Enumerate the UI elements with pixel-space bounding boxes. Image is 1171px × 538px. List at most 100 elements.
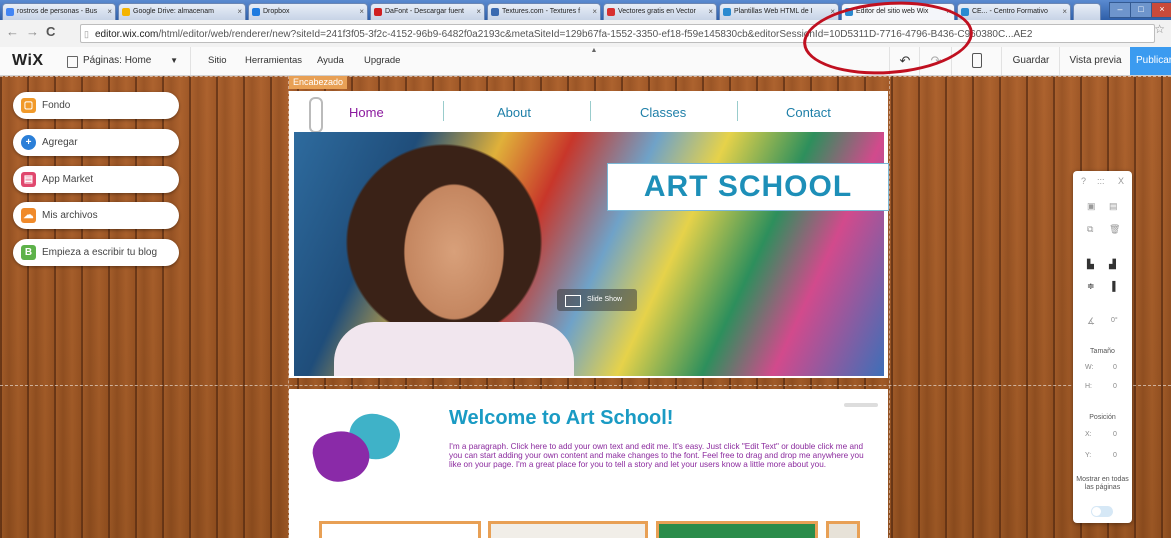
forward-arrow-icon[interactable]: → xyxy=(26,24,39,39)
panel-app-market-button[interactable]: ▤ App Market xyxy=(13,166,179,193)
header-section-tag[interactable]: Encabezado xyxy=(289,76,348,89)
site-nav-home[interactable]: Home xyxy=(349,105,384,120)
publish-button[interactable]: Publicar xyxy=(1130,47,1171,75)
browser-tab[interactable]: Plantillas Web HTML de I × xyxy=(719,3,839,20)
background-icon: ▢ xyxy=(21,98,36,113)
browser-tab[interactable]: Textures.com - Textures f × xyxy=(487,3,601,20)
header-top-guide xyxy=(0,76,1171,77)
y-label: Y: xyxy=(1085,452,1092,459)
textures-favicon-icon xyxy=(491,8,499,16)
add-icon: + xyxy=(21,135,36,150)
browser-tab[interactable]: DaFont - Descargar fuent × xyxy=(370,3,485,20)
app-market-icon: ▤ xyxy=(21,172,36,187)
page-icon: ▯ xyxy=(84,29,89,39)
site-nav-classes[interactable]: Classes xyxy=(640,105,686,120)
art-school-title[interactable]: ART SCHOOL xyxy=(607,163,889,211)
browser-tab[interactable]: rostros de personas - Bus × xyxy=(2,3,116,20)
pages-dropdown[interactable]: Páginas: Home ▼ xyxy=(63,47,191,75)
close-tab-icon[interactable]: × xyxy=(237,4,242,20)
nav-divider xyxy=(590,101,591,121)
dafont-favicon-icon xyxy=(374,8,382,16)
close-tab-icon[interactable]: × xyxy=(592,4,597,20)
browser-tab[interactable]: Dropbox × xyxy=(248,3,368,20)
preview-button[interactable]: Vista previa xyxy=(1059,47,1131,75)
width-label: W: xyxy=(1085,364,1094,371)
height-label: H: xyxy=(1085,383,1092,390)
size-label: Tamaño xyxy=(1090,348,1115,355)
browser-tab[interactable]: Google Drive: almacenam × xyxy=(118,3,246,20)
browser-tab-bar: rostros de personas - Bus × Google Drive:… xyxy=(0,0,1171,20)
close-window-icon[interactable]: × xyxy=(1151,2,1171,18)
close-tab-icon[interactable]: × xyxy=(1062,4,1067,20)
wix-logo: WiX xyxy=(12,52,44,69)
new-tab-button[interactable] xyxy=(1073,3,1101,20)
save-button[interactable]: Guardar xyxy=(1001,47,1060,75)
blog-icon: B xyxy=(21,245,36,260)
minimize-icon[interactable]: – xyxy=(1109,2,1131,18)
close-icon[interactable]: X xyxy=(1118,176,1124,186)
panel-blog-button[interactable]: B Empieza a escribir tu blog xyxy=(13,239,179,266)
menu-sitio[interactable]: Sitio xyxy=(208,47,226,75)
collapse-arrow-icon[interactable]: ▲ xyxy=(583,47,605,54)
align-icon[interactable]: ▟ xyxy=(1109,259,1116,270)
bring-forward-icon[interactable]: ▙ xyxy=(1087,259,1094,270)
menu-upgrade[interactable]: Upgrade xyxy=(364,47,400,75)
scroll-handle[interactable] xyxy=(844,403,878,407)
y-value[interactable]: 0 xyxy=(1113,452,1117,459)
paste-icon[interactable]: ▤ xyxy=(1109,201,1118,212)
height-value[interactable]: 0 xyxy=(1113,383,1117,390)
x-value[interactable]: 0 xyxy=(1113,431,1117,438)
panel-my-files-button[interactable]: ☁ Mis archivos xyxy=(13,202,179,229)
delete-icon[interactable]: 🗑 xyxy=(1109,224,1120,235)
header-bottom-guide xyxy=(0,385,1171,386)
help-icon[interactable]: ? xyxy=(1081,176,1086,186)
show-all-pages-toggle[interactable] xyxy=(1091,506,1113,517)
google-favicon-icon xyxy=(6,8,14,16)
browser-tab[interactable]: CE... - Centro Formativo × xyxy=(957,3,1071,20)
vector-favicon-icon xyxy=(607,8,615,16)
menu-ayuda[interactable]: Ayuda xyxy=(317,47,344,75)
back-arrow-icon[interactable]: ← xyxy=(6,24,19,39)
paperclip-image xyxy=(309,97,323,133)
browser-tab[interactable]: Vectores gratis en Vector × xyxy=(603,3,717,20)
position-label: Posición xyxy=(1089,414,1116,421)
site-nav-contact[interactable]: Contact xyxy=(786,105,831,120)
width-value[interactable]: 0 xyxy=(1113,364,1117,371)
close-tab-icon[interactable]: × xyxy=(107,4,112,20)
site-nav-about[interactable]: About xyxy=(497,105,531,120)
welcome-heading[interactable]: Welcome to Art School! xyxy=(449,407,673,430)
copy-icon[interactable]: ▣ xyxy=(1087,201,1096,212)
wix-favicon-icon xyxy=(961,8,969,16)
site-content-section[interactable]: Welcome to Art School! I'm a paragraph. … xyxy=(289,389,888,538)
pages-icon xyxy=(67,56,78,68)
distribute-icon[interactable]: ≑ xyxy=(1087,281,1095,292)
url-field[interactable]: ▯ editor.wix.com/html/editor/web/rendere… xyxy=(80,24,1155,43)
reload-icon[interactable]: C xyxy=(46,24,55,39)
slideshow-badge[interactable]: Slide Show xyxy=(557,289,637,311)
pages-label: Páginas: Home xyxy=(83,55,152,66)
bookmark-star-icon[interactable]: ☆ xyxy=(1154,22,1165,36)
maximize-icon[interactable]: □ xyxy=(1130,2,1152,18)
gallery-thumbnail[interactable] xyxy=(656,521,818,538)
match-size-icon[interactable]: ▐ xyxy=(1109,281,1115,291)
chevron-down-icon: ▼ xyxy=(170,56,178,65)
menu-herramientas[interactable]: Herramientas xyxy=(245,47,302,75)
gallery-thumbnail[interactable] xyxy=(826,521,860,538)
close-tab-icon[interactable]: × xyxy=(359,4,364,20)
intro-paragraph[interactable]: I'm a paragraph. Click here to add your … xyxy=(449,442,869,470)
close-tab-icon[interactable]: × xyxy=(708,4,713,20)
panel-add-button[interactable]: + Agregar xyxy=(13,129,179,156)
duplicate-icon[interactable]: ⧉ xyxy=(1087,224,1093,235)
gallery-thumbnail[interactable] xyxy=(319,521,481,538)
rotation-value: 0° xyxy=(1111,317,1118,324)
drag-handle-icon[interactable]: ::: xyxy=(1097,176,1105,186)
nav-divider xyxy=(737,101,738,121)
url-host: editor.wix.com xyxy=(95,29,159,40)
close-tab-icon[interactable]: × xyxy=(476,4,481,20)
rotate-icon[interactable]: ∡ xyxy=(1087,316,1095,327)
editor-canvas[interactable]: ▢ Fondo + Agregar ▤ App Market ☁ Mis arc… xyxy=(0,76,1171,538)
site-header[interactable]: Home About Classes Contact Slide Show AR… xyxy=(289,91,889,378)
panel-background-button[interactable]: ▢ Fondo xyxy=(13,92,179,119)
gallery-thumbnail[interactable] xyxy=(488,521,648,538)
right-guide xyxy=(889,76,890,538)
